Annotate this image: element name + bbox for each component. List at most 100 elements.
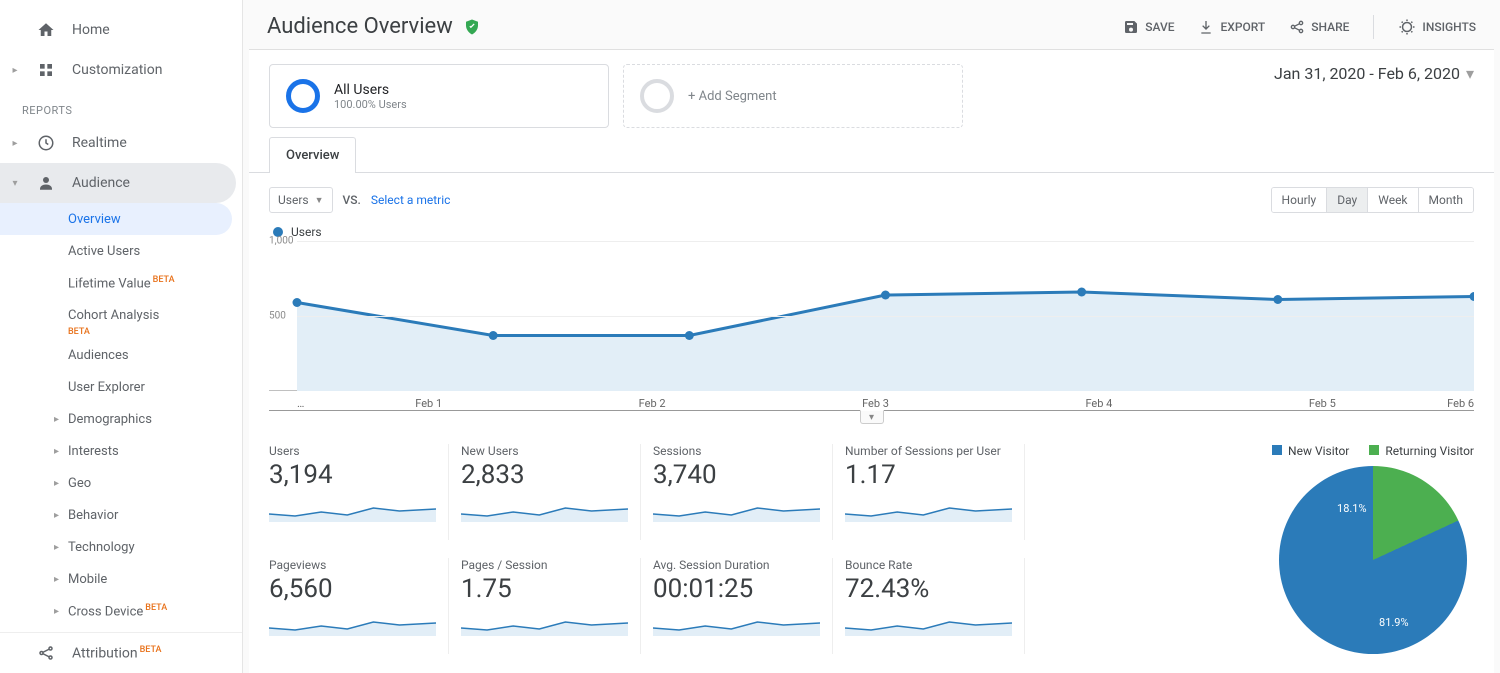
- chevron-right-icon: ▸: [10, 138, 20, 149]
- chart-x-tick: Feb 1: [317, 397, 540, 410]
- chart-x-tick: Feb 3: [764, 397, 987, 410]
- pie-legend: New Visitor Returning Visitor: [1272, 444, 1474, 458]
- sidebar-sub-label: Interests: [68, 444, 119, 459]
- share-icon: [1289, 19, 1305, 35]
- export-button[interactable]: EXPORT: [1198, 19, 1265, 35]
- select-metric-link[interactable]: Select a metric: [371, 193, 451, 207]
- chevron-right-icon: ▸: [10, 65, 20, 76]
- chart-x-tick: Feb 6: [1434, 397, 1474, 410]
- sidebar-sub-label: Geo: [68, 476, 91, 491]
- page-title: Audience Overview: [267, 14, 453, 39]
- insights-icon: [1398, 18, 1416, 36]
- granularity-month[interactable]: Month: [1418, 188, 1473, 212]
- metric-card-bounce-rate[interactable]: Bounce Rate 72.43%: [845, 558, 1025, 654]
- sidebar-sub-label: Demographics: [68, 412, 152, 427]
- chevron-right-icon: ▸: [54, 414, 59, 425]
- metric-card-pageviews[interactable]: Pageviews6,560: [269, 558, 449, 654]
- sidebar-item-customization[interactable]: ▸ Customization: [0, 50, 242, 90]
- sidebar-item-realtime[interactable]: ▸ Realtime: [0, 123, 242, 163]
- sidebar-sub-label: User Explorer: [68, 380, 145, 395]
- sidebar-sub-demographics[interactable]: ▸ Demographics: [0, 403, 242, 435]
- chart-area: Users 5001,000 …Feb 1Feb 2Feb 3Feb 4Feb …: [249, 221, 1494, 424]
- sidebar-sub-overview[interactable]: Overview: [0, 203, 232, 235]
- sidebar-item-label: Home: [72, 22, 110, 38]
- sidebar-sub-interests[interactable]: ▸Interests: [0, 435, 242, 467]
- save-label: SAVE: [1145, 20, 1174, 34]
- sidebar-item-label: AttributionBETA: [72, 645, 162, 662]
- chart-controls: Users ▼ VS. Select a metric HourlyDayWee…: [249, 173, 1494, 221]
- granularity-hourly[interactable]: Hourly: [1272, 188, 1327, 212]
- segment-row: All Users 100.00% Users + Add Segment Ja…: [249, 50, 1494, 136]
- sidebar-item-label: Customization: [72, 62, 162, 78]
- chevron-right-icon: ▸: [54, 542, 59, 553]
- segment-add[interactable]: + Add Segment: [623, 64, 963, 128]
- date-range-text: Jan 31, 2020 - Feb 6, 2020: [1274, 64, 1460, 83]
- sidebar: Home ▸ Customization REPORTS ▸ Realtime …: [0, 0, 243, 673]
- chart-x-tick: …: [297, 397, 317, 410]
- sidebar-sub-label: Overview: [68, 212, 121, 227]
- person-icon: [36, 173, 56, 193]
- metric-value: 72.43%: [845, 574, 1012, 604]
- divider: [1373, 15, 1374, 39]
- pie-legend-item: New Visitor: [1272, 444, 1349, 458]
- visitor-pie-chart[interactable]: 18.1%81.9%: [1279, 466, 1467, 654]
- page-header: Audience Overview SAVE EXPORT SHARE: [243, 0, 1500, 49]
- sidebar-sub-mobile[interactable]: ▸Mobile: [0, 563, 242, 595]
- pie-slice-label: 81.9%: [1379, 616, 1409, 629]
- chart-x-tick: Feb 5: [1211, 397, 1434, 410]
- metric-label: New Users: [461, 444, 628, 458]
- chevron-down-icon: ▾: [1466, 64, 1474, 83]
- sidebar-sub-user-explorer[interactable]: User Explorer: [0, 371, 242, 403]
- metric-label: Sessions: [653, 444, 820, 458]
- sidebar-sub-label: Audiences: [68, 348, 129, 363]
- sidebar-sub-label: Cross DeviceBETA: [68, 603, 167, 619]
- beta-badge: BETA: [0, 325, 242, 339]
- sidebar-sub-geo[interactable]: ▸ Geo: [0, 467, 242, 499]
- segment-title: All Users: [334, 82, 407, 98]
- customization-icon: [36, 60, 56, 80]
- sidebar-sub-cross-device[interactable]: ▸Cross DeviceBETA: [0, 595, 242, 627]
- metric-label: Bounce Rate: [845, 558, 1012, 572]
- chart-expand-toggle[interactable]: ▾: [860, 410, 884, 424]
- sidebar-sub-active-users[interactable]: Active Users: [0, 235, 242, 267]
- sidebar-sub-technology[interactable]: ▸Technology: [0, 531, 242, 563]
- chart-y-tick: 1,000: [269, 236, 293, 247]
- save-button[interactable]: SAVE: [1123, 19, 1174, 35]
- metric-card-sessions[interactable]: Sessions3,740: [653, 444, 833, 540]
- insights-button[interactable]: INSIGHTS: [1398, 18, 1476, 36]
- segment-all-users[interactable]: All Users 100.00% Users: [269, 64, 609, 128]
- granularity-week[interactable]: Week: [1367, 188, 1417, 212]
- metric-card-users[interactable]: Users3,194: [269, 444, 449, 540]
- chevron-right-icon: ▸: [54, 574, 59, 585]
- sidebar-item-home[interactable]: Home: [0, 10, 242, 50]
- metric-card-new-users[interactable]: New Users 2,833: [461, 444, 641, 540]
- sidebar-sub-audiences[interactable]: Audiences: [0, 339, 242, 371]
- metric-label: Users: [269, 444, 436, 458]
- sidebar-sub-label: Lifetime ValueBETA: [68, 275, 175, 291]
- home-icon: [36, 20, 56, 40]
- chevron-down-icon: ▾: [10, 178, 20, 189]
- sidebar-sub-lifetime-value[interactable]: Lifetime ValueBETA: [0, 267, 242, 299]
- line-chart[interactable]: 5001,000: [269, 241, 1474, 391]
- header-actions: SAVE EXPORT SHARE INSIGHTS: [1123, 15, 1476, 39]
- date-range-picker[interactable]: Jan 31, 2020 - Feb 6, 2020 ▾: [1274, 64, 1474, 83]
- granularity-day[interactable]: Day: [1326, 188, 1367, 212]
- chevron-right-icon: ▸: [54, 478, 59, 489]
- sidebar-item-audience[interactable]: ▾ Audience: [0, 163, 236, 203]
- metric-card-number-of-sessions-per-user[interactable]: Number of Sessions per User1.17: [845, 444, 1025, 540]
- chart-y-tick: 500: [269, 311, 286, 322]
- metric-value: 2,833: [461, 460, 628, 490]
- metric-card-pages-session[interactable]: Pages / Session1.75: [461, 558, 641, 654]
- sidebar-item-attribution[interactable]: AttributionBETA: [0, 633, 242, 673]
- metric-card-avg-session-duration[interactable]: Avg. Session Duration00:01:25: [653, 558, 833, 654]
- segment-circle-icon: [640, 79, 674, 113]
- tab-overview[interactable]: Overview: [269, 137, 356, 173]
- share-button[interactable]: SHARE: [1289, 19, 1349, 35]
- metric-select[interactable]: Users ▼: [269, 187, 333, 213]
- save-icon: [1123, 19, 1139, 35]
- sidebar-sub-behavior[interactable]: ▸Behavior: [0, 499, 242, 531]
- sidebar-sub-label: Behavior: [68, 508, 118, 523]
- pie-legend-item: Returning Visitor: [1369, 444, 1474, 458]
- sidebar-item-label: Audience: [72, 175, 130, 191]
- verified-shield-icon: [463, 18, 481, 36]
